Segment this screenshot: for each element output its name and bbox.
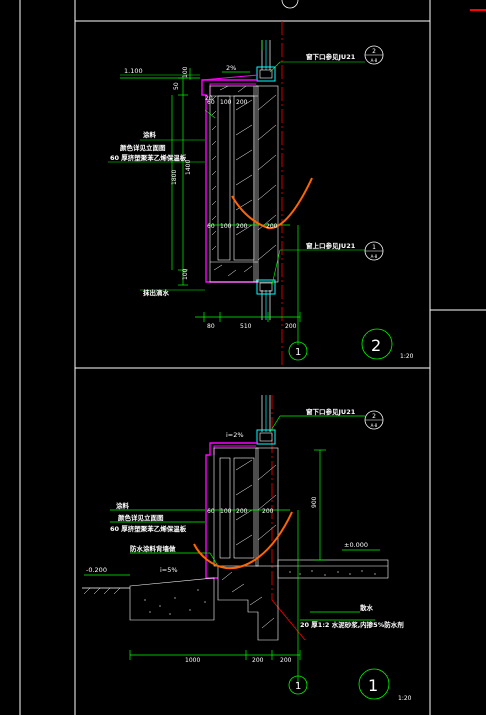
bottom-dim-lower-3: 200 xyxy=(280,657,292,664)
slope-lower: i=2% xyxy=(226,431,244,439)
svg-text:A-8: A-8 xyxy=(371,58,378,63)
dim-small-1: 100 xyxy=(182,66,189,78)
svg-text:2: 2 xyxy=(372,413,376,420)
dim-height-b: 1400 xyxy=(185,160,192,175)
svg-text:2: 2 xyxy=(372,48,376,55)
elevation-label: 1.100 xyxy=(124,67,143,75)
floor-slab xyxy=(277,559,389,579)
note-waterproof: 防水涂料背墙做 xyxy=(130,544,176,553)
note-insulation: 60 厚挤塑聚苯乙烯保温板 xyxy=(110,153,187,162)
note-paint-lower: 涂料 xyxy=(116,501,130,510)
slope-label: 2% xyxy=(226,64,236,72)
detail-num-top: 2 xyxy=(371,336,381,355)
review-markup-bottom xyxy=(193,511,293,570)
sheet-frame xyxy=(19,0,486,715)
bottom-dim-3: 200 xyxy=(285,323,297,330)
note-paint: 涂料 xyxy=(143,130,157,139)
window-below-ref: 窗下口参见JU21 xyxy=(306,52,356,61)
bottom-dim-lower-2: 200 xyxy=(252,657,264,664)
slope-left: i=5% xyxy=(160,566,178,574)
axis-num-bottom: 1 xyxy=(295,681,301,692)
review-markup-top xyxy=(231,177,313,230)
row-dim-3: 200 xyxy=(236,99,248,106)
dim-small-3: 50 xyxy=(173,82,180,90)
top-detail: 1.100 2% 涂料 颜色详见立面图 60 厚挤塑聚苯乙烯保温板 抹出滴水 窗… xyxy=(108,21,414,368)
scale-top: 1:20 xyxy=(400,353,414,360)
note-color-lower: 颜色详见立面图 xyxy=(118,513,164,522)
row-dim-lower-1: 60 xyxy=(207,508,215,515)
cad-drawing-canvas: 1.100 2% 涂料 颜色详见立面图 60 厚挤塑聚苯乙烯保温板 抹出滴水 窗… xyxy=(19,0,486,715)
bottom-dim-2: 510 xyxy=(240,323,252,330)
bottom-dim-1: 80 xyxy=(207,323,215,330)
window-below-ref-lower: 窗下口参见JU21 xyxy=(306,407,356,416)
ref-bubble-lower: 2 A-8 xyxy=(364,410,384,430)
ref-bubble-bottom: 1 A-8 xyxy=(364,241,384,261)
axis-num-top: 1 xyxy=(295,347,301,358)
elevation-left: -0.200 xyxy=(86,566,107,574)
row-dim-1: 60 xyxy=(207,99,215,106)
wall-hatching xyxy=(209,85,259,283)
elevation-right: ±0.000 xyxy=(344,541,368,549)
note-color: 颜色详见立面图 xyxy=(120,143,166,152)
note-sand: 散水 xyxy=(360,603,374,612)
dim-vertical: 900 xyxy=(311,496,318,508)
row-dim-2: 100 xyxy=(220,99,232,106)
svg-text:1: 1 xyxy=(372,244,376,251)
row-dim-7: 200 xyxy=(266,223,278,230)
ref-bubble-top: 2 A-8 xyxy=(364,45,384,65)
detail-num-bottom: 1 xyxy=(368,676,378,695)
svg-text:A-8: A-8 xyxy=(371,423,378,428)
note-mortar: 20 厚1:2 水泥砂浆,内掺5%防水剂 xyxy=(300,620,404,629)
dim-height-a: 1800 xyxy=(171,170,178,185)
apron-slab xyxy=(129,577,215,621)
bottom-detail: i=2% 窗下口参见JU21 涂料 颜色详见立面图 60 厚挤塑聚苯乙烯保温板 … xyxy=(82,395,412,702)
dimension-lines-bottom xyxy=(84,415,380,685)
row-dim-lower-2: 100 xyxy=(220,508,232,515)
row-dim-5: 100 xyxy=(220,223,232,230)
note-drip: 抹出滴水 xyxy=(143,288,170,297)
row-dim-4: 60 xyxy=(207,223,215,230)
window-above-ref: 窗上口参见JU21 xyxy=(306,241,356,250)
dim-small-2: 100 xyxy=(182,268,189,280)
scale-bottom: 1:20 xyxy=(398,695,412,702)
bottom-dim-lower-1: 1000 xyxy=(185,657,200,664)
row-dim-6: 200 xyxy=(236,223,248,230)
note-insulation-lower: 60 厚挤塑聚苯乙烯保温板 xyxy=(110,524,187,533)
partial-bubble-top xyxy=(281,0,299,9)
svg-text:A-8: A-8 xyxy=(371,254,378,259)
row-dim-lower-4: 200 xyxy=(262,508,274,515)
row-dim-lower-3: 200 xyxy=(236,508,248,515)
